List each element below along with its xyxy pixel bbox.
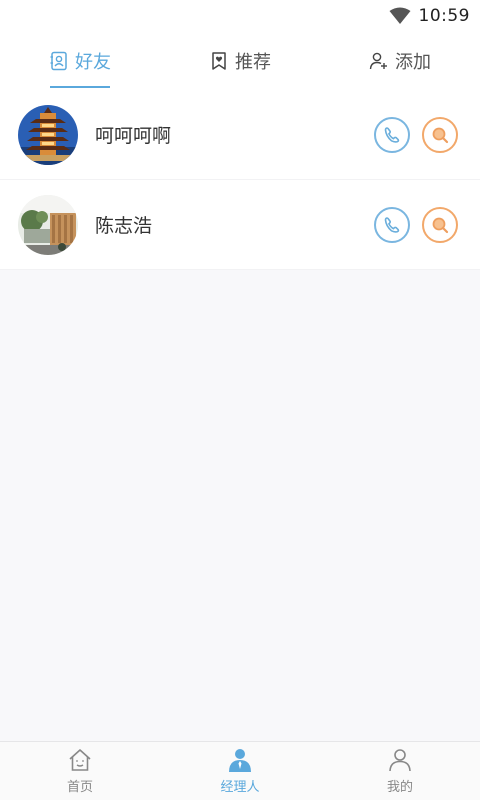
tab-add[interactable]: 添加 — [320, 32, 480, 90]
row-actions — [374, 116, 458, 153]
list-item[interactable]: 呵呵呵啊 — [0, 90, 480, 180]
active-tab-indicator — [50, 86, 110, 88]
avatar[interactable] — [18, 194, 78, 255]
friend-list: 呵呵呵啊 陈志浩 — [0, 90, 480, 270]
call-button[interactable] — [374, 116, 410, 153]
add-user-icon — [369, 52, 387, 70]
status-bar: 10:59 — [0, 0, 480, 32]
nav-manager-label: 经理人 — [220, 780, 260, 795]
nav-manager[interactable]: 经理人 — [160, 742, 320, 800]
search-icon — [432, 127, 449, 143]
top-tabs: 好友 推荐 添加 — [0, 32, 480, 90]
contacts-book-icon — [50, 51, 67, 71]
friend-name: 呵呵呵啊 — [95, 125, 172, 147]
nav-profile[interactable]: 我的 — [320, 742, 480, 800]
search-button[interactable] — [422, 206, 458, 243]
phone-icon — [384, 126, 400, 143]
search-icon — [432, 217, 449, 233]
manager-icon — [229, 749, 251, 772]
home-icon — [69, 749, 91, 771]
row-actions — [374, 206, 458, 243]
nav-home-label: 首页 — [66, 780, 93, 795]
nav-profile-label: 我的 — [386, 780, 413, 795]
phone-icon — [384, 216, 400, 233]
avatar[interactable] — [18, 104, 78, 165]
bookmark-heart-icon — [212, 52, 226, 70]
status-time: 10:59 — [418, 6, 470, 26]
profile-icon — [389, 749, 411, 772]
tab-recommend[interactable]: 推荐 — [160, 32, 320, 90]
call-button[interactable] — [374, 206, 410, 243]
wifi-icon — [389, 7, 410, 24]
tab-friends-label: 好友 — [75, 52, 111, 73]
storefront-photo — [18, 194, 78, 255]
tab-add-label: 添加 — [395, 52, 431, 73]
pagoda-photo — [18, 104, 78, 165]
friend-name: 陈志浩 — [95, 215, 153, 237]
tab-friends[interactable]: 好友 — [0, 32, 160, 90]
nav-home[interactable]: 首页 — [0, 742, 160, 800]
tab-recommend-label: 推荐 — [235, 52, 271, 73]
search-button[interactable] — [422, 116, 458, 153]
list-item[interactable]: 陈志浩 — [0, 180, 480, 270]
bottom-nav: 首页 经理人 我的 — [0, 741, 480, 800]
